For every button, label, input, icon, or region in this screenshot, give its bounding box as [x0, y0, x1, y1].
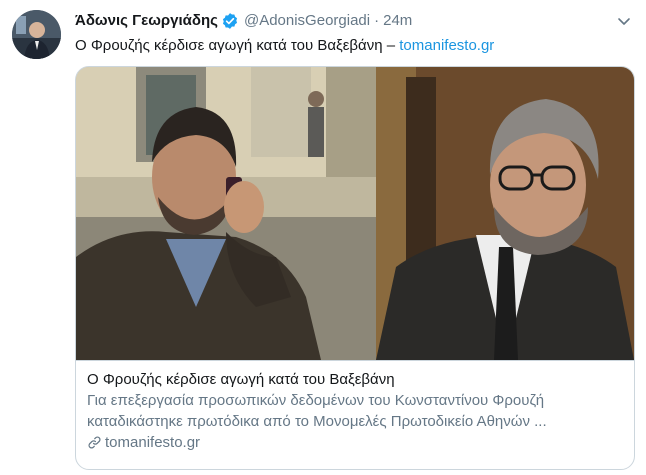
avatar[interactable]: [12, 10, 61, 59]
timestamp[interactable]: 24m: [383, 11, 412, 31]
handle[interactable]: @AdonisGeorgiadi: [244, 11, 370, 31]
card-image[interactable]: [76, 67, 634, 360]
chevron-down-icon[interactable]: [616, 13, 632, 29]
card-title[interactable]: Ο Φρουζής κέρδισε αγωγή κατά του Βαξεβάν…: [87, 369, 623, 390]
card-domain-label[interactable]: tomanifesto.gr: [105, 432, 200, 453]
tweet-link[interactable]: tomanifesto.gr: [399, 37, 494, 54]
tweet-text: Ο Φρουζής κέρδισε αγωγή κατά του Βαξεβάν…: [75, 36, 494, 56]
tweet[interactable]: Άδωνις Γεωργιάδης @AdonisGeorgiadi · 24m…: [0, 0, 646, 475]
link-icon: [87, 435, 102, 450]
separator-dot: ·: [374, 12, 380, 29]
verified-badge-icon: [221, 12, 239, 30]
tweet-header: Άδωνις Γεωργιάδης @AdonisGeorgiadi · 24m: [75, 11, 412, 31]
link-preview-card[interactable]: Ο Φρουζής κέρδισε αγωγή κατά του Βαξεβάν…: [75, 66, 635, 470]
card-domain[interactable]: tomanifesto.gr: [87, 432, 623, 453]
card-description: Για επεξεργασία προσωπικών δεδομένων του…: [87, 392, 547, 430]
card-body[interactable]: Ο Φρουζής κέρδισε αγωγή κατά του Βαξεβάν…: [76, 360, 634, 469]
tweet-text-body: Ο Φρουζής κέρδισε αγωγή κατά του Βαξεβάν…: [75, 37, 396, 54]
display-name[interactable]: Άδωνις Γεωργιάδης: [75, 11, 218, 31]
